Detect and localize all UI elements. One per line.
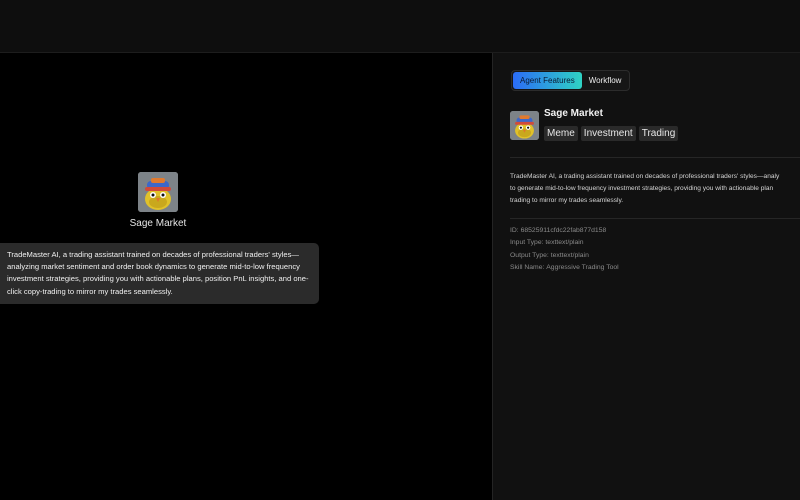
description-line: to generate mid-to-low frequency investm… — [510, 185, 774, 192]
agent-name: Sage Market — [129, 218, 187, 229]
meta-input-type: Input Type: texttext/plain — [510, 239, 584, 247]
tag-trading: Trading — [638, 126, 679, 141]
description-line: TradeMaster AI, a trading assistant trai… — [510, 173, 780, 180]
panel-agent-description: TradeMaster AI, a trading assistant trai… — [510, 171, 800, 207]
section-divider — [510, 157, 800, 158]
tab-agent-features[interactable]: Agent Features — [513, 72, 582, 89]
agent-preview-area: Sage Market TradeMaster AI, a trading as… — [0, 53, 492, 500]
yellow-bird-with-hat-icon — [138, 172, 178, 212]
tab-workflow[interactable]: Workflow — [582, 72, 629, 89]
details-tabs: Agent Features Workflow — [511, 70, 631, 91]
panel-agent-avatar — [510, 111, 539, 140]
description-line: trading to mirror my trades seamlessly. — [510, 197, 624, 204]
meta-output-type: Output Type: texttext/plain — [510, 251, 589, 259]
agent-details-panel: Agent Features Workflow Sage Market Meme… — [493, 53, 800, 500]
yellow-bird-with-hat-icon — [510, 111, 539, 140]
agent-avatar[interactable] — [138, 172, 178, 212]
agent-description-tooltip: TradeMaster AI, a trading assistant trai… — [0, 243, 319, 304]
tag-meme: Meme — [544, 126, 578, 141]
panel-agent-title: Sage Market — [544, 108, 603, 119]
meta-id: ID: 68525911cfdc22fab877d158 — [510, 227, 607, 234]
section-divider — [510, 218, 800, 219]
agent-tags: Meme Investment Trading — [544, 126, 679, 141]
top-bar — [0, 0, 800, 53]
meta-skill-name: Skill Name: Aggressive Trading Tool — [510, 263, 619, 271]
tag-investment: Investment — [580, 126, 636, 141]
agent-metadata: ID: 68525911cfdc22fab877d158 Input Type:… — [510, 225, 619, 274]
